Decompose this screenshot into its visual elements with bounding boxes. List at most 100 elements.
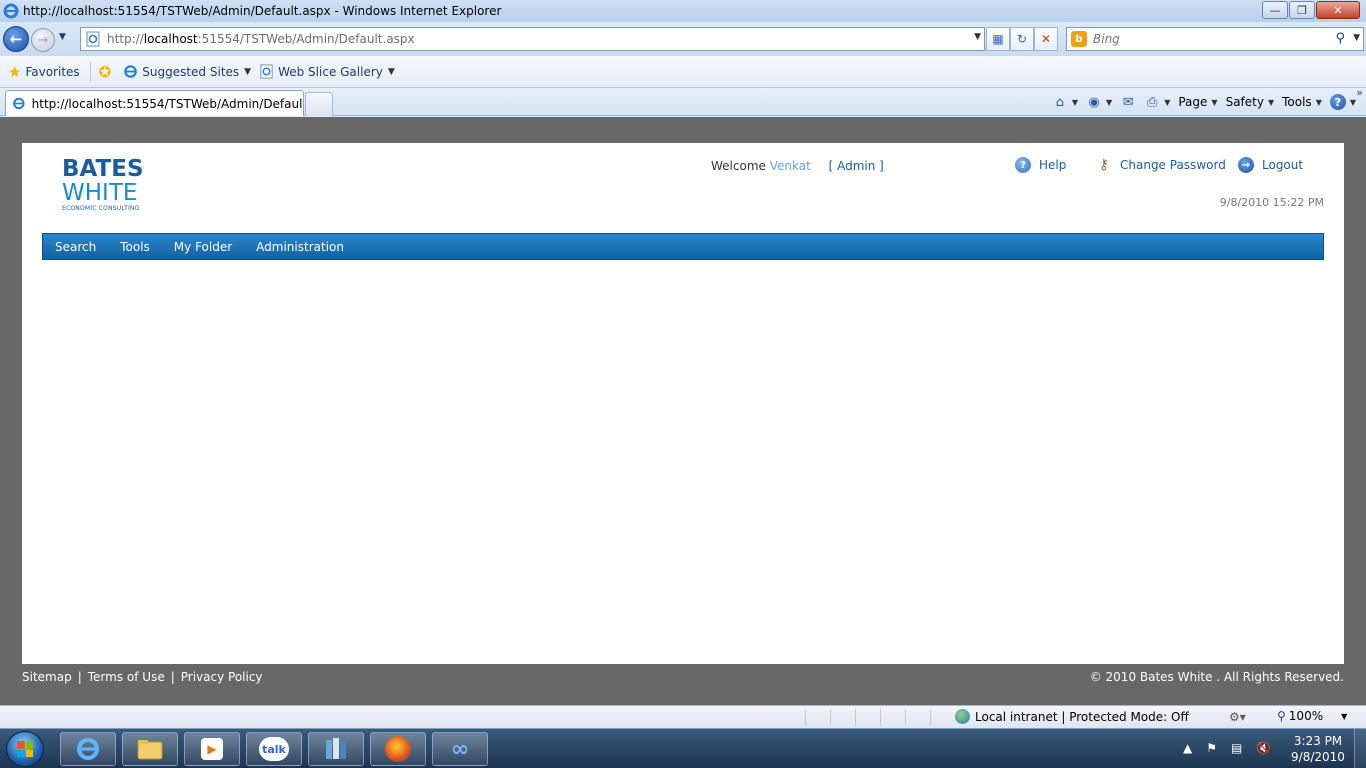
print-button[interactable]: ⎙ ▼ (1144, 94, 1170, 110)
bing-icon: b (1071, 31, 1087, 47)
terms-of-use-link[interactable]: Terms of Use (88, 670, 165, 684)
status-divider (905, 709, 906, 726)
taskbar-app[interactable]: ∞ (432, 732, 488, 766)
menu-tools[interactable]: Tools (120, 240, 150, 254)
taskbar-media-player[interactable]: ▶ (184, 732, 240, 766)
favorites-button[interactable]: ★ Favorites (8, 63, 80, 81)
window-titlebar: http://localhost:51554/TSTWeb/Admin/Defa… (0, 0, 1366, 22)
status-divider (880, 709, 881, 726)
chevron-down-icon: ▼ (1349, 97, 1356, 107)
change-password-link[interactable]: ⚷ Change Password (1096, 157, 1226, 173)
chevron-down-icon: ▼ (1071, 97, 1079, 107)
favorites-bar: ★ Favorites ✪ Suggested Sites ▼ Web Slic… (0, 56, 1366, 88)
google-talk-icon: talk (259, 737, 289, 761)
key-icon: ⚷ (1098, 157, 1110, 173)
copyright-text: © 2010 Bates White . All Rights Reserved… (1089, 670, 1344, 684)
media-player-icon: ▶ (201, 738, 223, 760)
site-page: BATES WHITE ECONOMIC CONSULTING Welcome … (22, 143, 1344, 664)
ie-logo-icon (3, 3, 19, 19)
forward-arrow-icon: → (37, 32, 49, 48)
menu-administration[interactable]: Administration (256, 240, 344, 254)
restore-button[interactable]: ❐ (1289, 1, 1315, 19)
search-input[interactable] (1093, 32, 1323, 46)
tab-active[interactable]: http://localhost:51554/TSTWeb/Admin/Defa… (5, 90, 304, 116)
welcome-username: Venkat (769, 159, 811, 173)
address-url[interactable]: http://localhost:51554/TSTWeb/Admin/Defa… (107, 32, 415, 46)
protected-mode-icon[interactable]: ⚙▾ (1229, 710, 1246, 724)
action-center-flag-icon[interactable]: ⚑ (1206, 741, 1217, 755)
minimize-button[interactable]: — (1262, 1, 1288, 19)
sitemap-link[interactable]: Sitemap (22, 670, 72, 684)
status-divider (855, 709, 856, 726)
help-menu[interactable]: ? ▼ (1329, 94, 1356, 110)
add-to-favorites-bar-button[interactable]: ✪ (99, 63, 116, 81)
taskbar-ie[interactable] (60, 732, 116, 766)
web-slice-gallery-link[interactable]: Web Slice Gallery ▼ (259, 64, 395, 79)
chevron-down-icon: ▼ (1315, 97, 1322, 107)
search-icon[interactable]: ⚲ (1335, 31, 1345, 46)
window-controls: — ❐ ✕ (1261, 1, 1360, 19)
taskbar-google-talk[interactable]: talk (246, 732, 302, 766)
security-zone[interactable]: Local intranet | Protected Mode: Off (955, 709, 1189, 724)
feeds-button[interactable]: ◉ ▼ (1086, 94, 1112, 110)
safety-menu[interactable]: Safety ▼ (1226, 95, 1275, 109)
network-icon[interactable]: ▤ (1231, 741, 1242, 755)
volume-muted-icon[interactable]: 🔇 (1256, 741, 1271, 755)
chevron-down-icon: ▼ (1211, 97, 1218, 107)
stop-icon[interactable]: ✕ (1034, 27, 1058, 51)
new-tab-button[interactable] (305, 92, 333, 116)
menu-search[interactable]: Search (55, 240, 96, 254)
privacy-policy-link[interactable]: Privacy Policy (181, 670, 263, 684)
read-mail-button[interactable]: ✉ (1120, 94, 1136, 110)
home-button[interactable]: ⌂ ▼ (1052, 94, 1078, 110)
internet-explorer-icon (76, 737, 100, 761)
logout-link[interactable]: → Logout (1238, 157, 1303, 173)
help-link[interactable]: ? Help (1015, 157, 1066, 173)
footer-separator: | (170, 670, 175, 684)
more-commands-icon[interactable]: » (1356, 86, 1363, 99)
infinity-icon: ∞ (450, 736, 470, 762)
address-actions: ▦ ↻ ✕ (986, 27, 1058, 51)
back-button[interactable]: ← (3, 26, 29, 52)
compatibility-view-icon[interactable]: ▦ (986, 27, 1010, 51)
window-title: http://localhost:51554/TSTWeb/Admin/Defa… (23, 4, 502, 18)
add-favorite-icon: ✪ (98, 62, 112, 81)
star-icon: ★ (8, 62, 22, 81)
mail-icon: ✉ (1122, 94, 1134, 110)
show-hidden-icons[interactable]: ▲ (1183, 741, 1192, 755)
recent-pages-dropdown[interactable]: ▼ (59, 32, 66, 42)
address-toolbar: ← → ▼ http://localhost:51554/TSTWeb/Admi… (0, 22, 1366, 56)
close-button[interactable]: ✕ (1316, 1, 1360, 19)
forward-button[interactable]: → (31, 28, 55, 52)
menu-my-folder[interactable]: My Folder (174, 240, 232, 254)
command-bar: ⌂ ▼ ◉ ▼ ✉ ⎙ ▼ Page ▼ Safety ▼ Tools ▼ ? ▼ (1044, 91, 1356, 113)
ie-page-icon (260, 64, 273, 79)
footer-links: Sitemap | Terms of Use | Privacy Policy (22, 670, 263, 684)
status-bar: Local intranet | Protected Mode: Off ⚙▾ … (0, 705, 1366, 728)
printer-icon: ⎙ (1147, 94, 1158, 110)
taskbar-explorer[interactable] (122, 732, 178, 766)
address-bar[interactable]: http://localhost:51554/TSTWeb/Admin/Defa… (80, 27, 985, 51)
chevron-down-icon: ▼ (1164, 97, 1171, 107)
tab-label: http://localhost:51554/TSTWeb/Admin/Defa… (31, 96, 303, 111)
taskbar-visual-studio[interactable] (308, 732, 364, 766)
search-box[interactable]: b ⚲ ▼ (1066, 27, 1364, 51)
tools-menu[interactable]: Tools ▼ (1282, 95, 1322, 109)
start-button[interactable] (6, 731, 44, 767)
refresh-icon[interactable]: ↻ (1010, 27, 1034, 51)
show-desktop-button[interactable] (1354, 729, 1366, 768)
books-icon (326, 738, 346, 759)
suggested-sites-link[interactable]: Suggested Sites ▼ (123, 64, 251, 79)
folder-icon (137, 740, 163, 760)
back-arrow-icon: ← (9, 30, 23, 48)
ie-page-icon (13, 97, 25, 110)
taskbar-clock[interactable]: 3:23 PM 9/8/2010 (1288, 733, 1348, 765)
taskbar-firefox[interactable] (370, 732, 426, 766)
search-options-dropdown-icon[interactable]: ▼ (1353, 33, 1360, 43)
zoom-control[interactable]: ⚲ 100% ▼ (1277, 709, 1347, 723)
page-menu[interactable]: Page ▼ (1178, 95, 1217, 109)
bates-white-logo[interactable]: BATES WHITE ECONOMIC CONSULTING (62, 157, 172, 215)
address-dropdown-icon[interactable]: ▼ (974, 32, 981, 42)
chevron-down-icon: ▼ (1106, 97, 1113, 107)
browser-viewport: BATES WHITE ECONOMIC CONSULTING Welcome … (0, 117, 1366, 705)
